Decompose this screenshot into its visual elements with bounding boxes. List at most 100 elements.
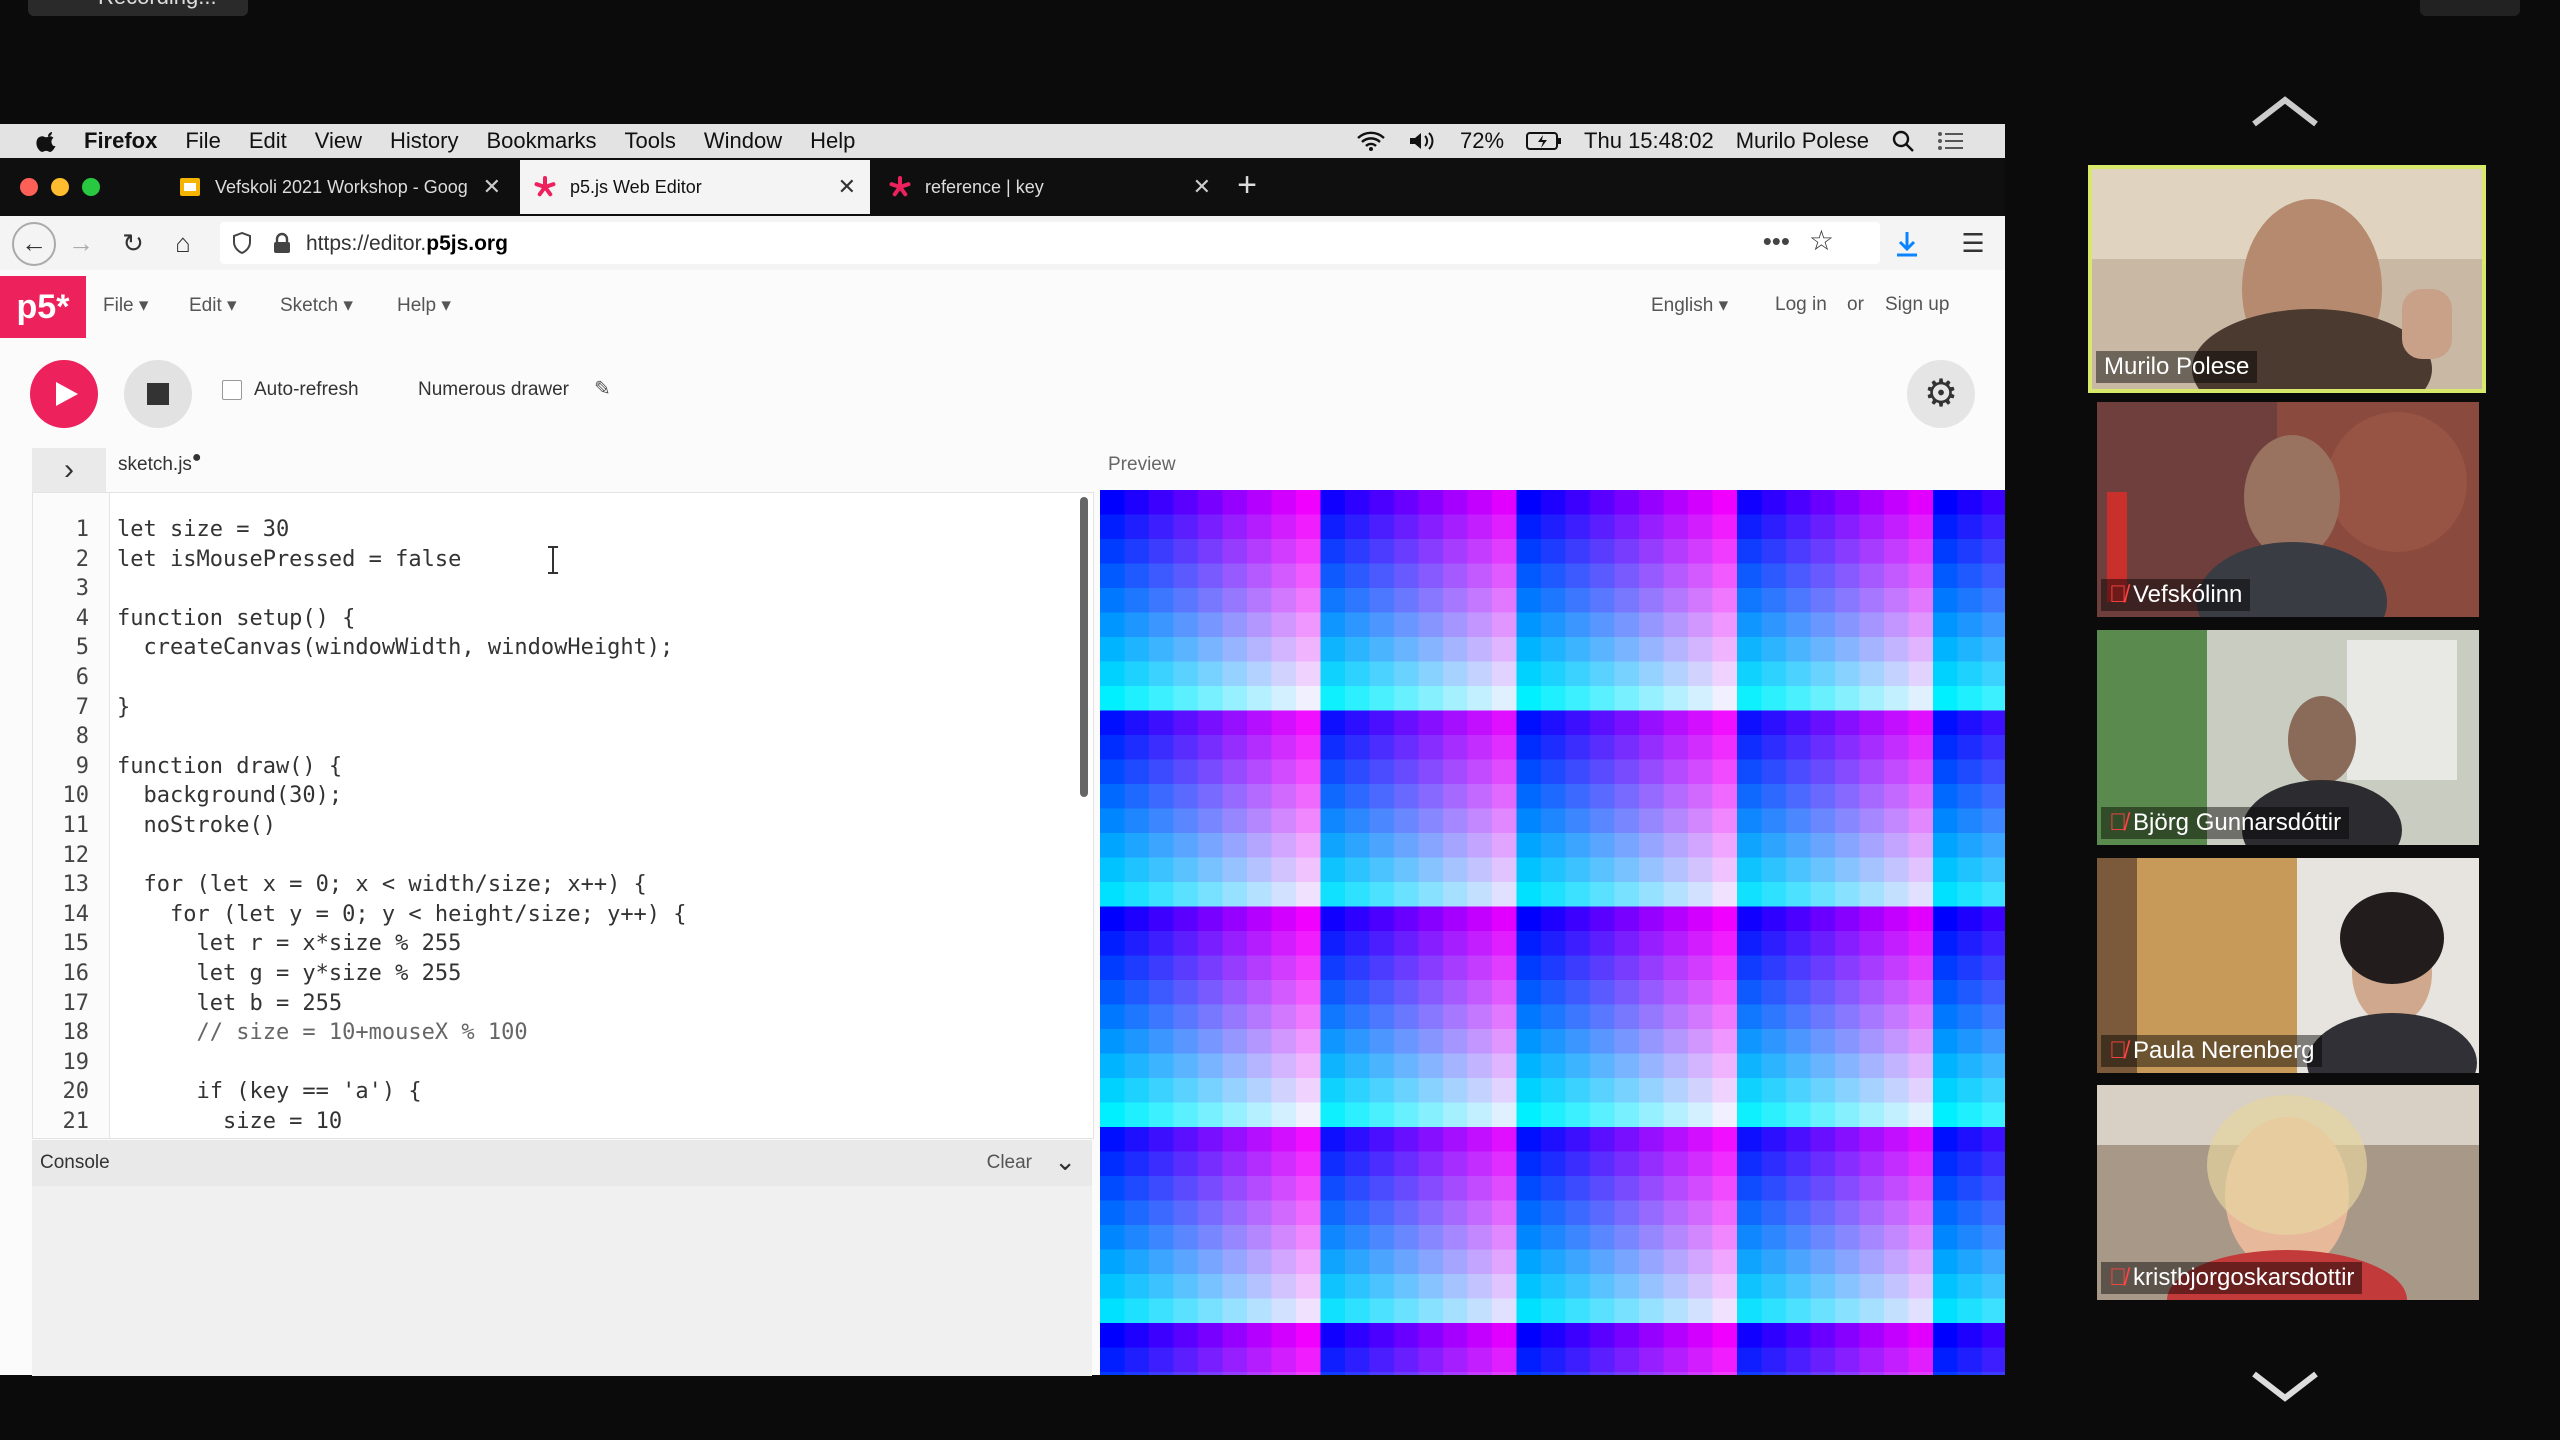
- code-line[interactable]: let b = 255: [117, 991, 342, 1016]
- menu-view[interactable]: View: [315, 128, 362, 154]
- spotlight-search-icon[interactable]: [1891, 129, 1915, 153]
- home-icon[interactable]: ⌂: [166, 226, 200, 260]
- code-line[interactable]: function setup() {: [117, 606, 355, 631]
- preview-cell: [1590, 539, 1615, 564]
- back-arrow-icon[interactable]: ←: [12, 222, 56, 266]
- menu-tools[interactable]: Tools: [625, 128, 676, 154]
- url-text[interactable]: https://editor.p5js.org: [306, 232, 508, 256]
- window-close-dot[interactable]: [20, 178, 38, 196]
- file-tab-sketch-js[interactable]: sketch.js●: [118, 449, 202, 476]
- pencil-icon[interactable]: ✎: [594, 376, 611, 401]
- file-panel-toggle-chevron-icon[interactable]: ›: [32, 448, 106, 492]
- code-line[interactable]: let size = 30: [117, 517, 289, 542]
- tab-p5-editor[interactable]: p5.js Web Editor ✕: [520, 160, 870, 214]
- menubar-user[interactable]: Murilo Polese: [1736, 128, 1869, 154]
- chevron-up-icon[interactable]: [2250, 94, 2320, 130]
- preview-cell: [1982, 1347, 2005, 1373]
- preview-cell: [1614, 661, 1640, 687]
- preview-cell: [1859, 759, 1885, 785]
- participant-tile[interactable]: 🎙̸ Vefskólinn: [2097, 402, 2479, 617]
- wifi-icon[interactable]: [1356, 130, 1386, 152]
- preview-cell: [1467, 1347, 1493, 1373]
- code-line[interactable]: createCanvas(windowWidth, windowHeight);: [117, 635, 673, 660]
- preview-cell: [1565, 1004, 1591, 1030]
- console-collapse-chevron-icon[interactable]: ⌄: [1054, 1146, 1076, 1177]
- code-line[interactable]: let isMousePressed = false: [117, 547, 461, 572]
- auto-refresh-checkbox[interactable]: [222, 380, 242, 400]
- forward-arrow-icon[interactable]: →: [64, 226, 98, 260]
- code-line[interactable]: function draw() {: [117, 754, 342, 779]
- close-icon[interactable]: ✕: [1193, 174, 1211, 200]
- code-line[interactable]: }: [117, 695, 130, 720]
- bookmark-star-icon[interactable]: ☆: [1809, 224, 1834, 257]
- preview-cell: [1810, 784, 1836, 809]
- settings-gear-icon[interactable]: ⚙: [1907, 360, 1975, 428]
- close-icon[interactable]: ✕: [483, 174, 501, 200]
- code-line[interactable]: for (let y = 0; y < height/size; y++) {: [117, 902, 687, 927]
- menu-firefox[interactable]: Firefox: [84, 128, 157, 154]
- preview-cell: [1663, 1004, 1689, 1030]
- tab-workshop-slides[interactable]: Vefskoli 2021 Workshop - Goog ✕: [165, 160, 515, 214]
- play-button[interactable]: [30, 360, 98, 428]
- code-line[interactable]: let g = y*size % 255: [117, 961, 461, 986]
- code-line[interactable]: for (let x = 0; x < width/size; x++) {: [117, 872, 646, 897]
- code-editor[interactable]: 1 2 3 4 5 6 7 8 9 10 11 12 13 14 15 16 17 18 19 20 21 let si…: [32, 492, 1094, 1139]
- reload-icon[interactable]: ↻: [116, 226, 150, 260]
- code-line[interactable]: let r = x*size % 255: [117, 931, 461, 956]
- menu-help[interactable]: Help: [810, 128, 855, 154]
- shield-icon[interactable]: [232, 232, 252, 254]
- chevron-down-icon[interactable]: [2250, 1368, 2320, 1404]
- battery-icon[interactable]: [1526, 131, 1562, 151]
- p5-logo[interactable]: p5*: [0, 276, 86, 338]
- menu-edit[interactable]: Edit: [249, 128, 287, 154]
- preview-cell: [1443, 1200, 1468, 1226]
- preview-cell: [1222, 1053, 1248, 1079]
- participant-tile[interactable]: 🎙̸ Paula Nerenberg: [2097, 858, 2479, 1073]
- sketch-name[interactable]: Numerous drawer: [418, 379, 569, 401]
- download-icon[interactable]: [1894, 230, 1920, 258]
- signup-link[interactable]: Sign up: [1885, 294, 1949, 316]
- new-tab-plus-icon[interactable]: +: [1230, 168, 1264, 202]
- tab-reference-key[interactable]: reference | key ✕: [875, 160, 1225, 214]
- preview-cell: [1418, 563, 1444, 589]
- language-selector[interactable]: English ▾: [1651, 294, 1728, 317]
- p5-menu-sketch[interactable]: Sketch ▾: [280, 294, 353, 317]
- code-line[interactable]: // size = 10+mouseX % 100: [117, 1020, 527, 1045]
- preview-cell: [1222, 1298, 1248, 1324]
- menubar-clock[interactable]: Thu 15:48:02: [1584, 128, 1714, 154]
- code-line[interactable]: background(30);: [117, 783, 342, 808]
- p5-menu-help[interactable]: Help ▾: [397, 294, 451, 317]
- code-line[interactable]: if (key == 'a') {: [117, 1079, 421, 1104]
- window-minimize-dot[interactable]: [51, 178, 69, 196]
- sketch-preview-canvas[interactable]: [1100, 490, 2005, 1375]
- preview-cell: [1320, 906, 1346, 932]
- code-line[interactable]: noStroke(): [117, 813, 275, 838]
- close-icon[interactable]: ✕: [838, 174, 856, 200]
- page-actions-ellipsis-icon[interactable]: •••: [1763, 226, 1790, 257]
- login-link[interactable]: Log in: [1775, 294, 1827, 316]
- hamburger-menu-icon[interactable]: ☰: [1956, 226, 1990, 260]
- menu-window[interactable]: Window: [704, 128, 782, 154]
- menu-history[interactable]: History: [390, 128, 458, 154]
- preview-cell: [1247, 1347, 1272, 1373]
- preview-cell: [1296, 1200, 1321, 1226]
- console-header[interactable]: Console Clear ⌄: [32, 1140, 1092, 1186]
- apple-icon[interactable]: [30, 129, 66, 153]
- menu-bookmarks[interactable]: Bookmarks: [486, 128, 596, 154]
- volume-icon[interactable]: [1408, 130, 1438, 152]
- notification-center-icon[interactable]: [1937, 130, 1965, 152]
- participant-tile[interactable]: 🎙̸ Björg Gunnarsdóttir: [2097, 630, 2479, 845]
- lock-icon[interactable]: [272, 232, 292, 254]
- menu-file[interactable]: File: [185, 128, 220, 154]
- p5-menu-file[interactable]: File ▾: [103, 294, 148, 317]
- participant-tile-speaker[interactable]: Murilo Polese: [2088, 165, 2486, 393]
- preview-cell: [1394, 1347, 1419, 1373]
- participant-tile[interactable]: 🎙̸ kristbjorgoskarsdottir: [2097, 1085, 2479, 1300]
- console-clear-button[interactable]: Clear: [987, 1152, 1032, 1174]
- p5-menu-edit[interactable]: Edit ▾: [189, 294, 237, 317]
- editor-scrollbar[interactable]: [1080, 497, 1088, 797]
- window-maximize-dot[interactable]: [82, 178, 100, 196]
- url-bar[interactable]: https://editor.p5js.org ••• ☆: [220, 222, 1880, 264]
- code-line[interactable]: size = 10: [117, 1109, 342, 1134]
- stop-button[interactable]: [124, 360, 192, 428]
